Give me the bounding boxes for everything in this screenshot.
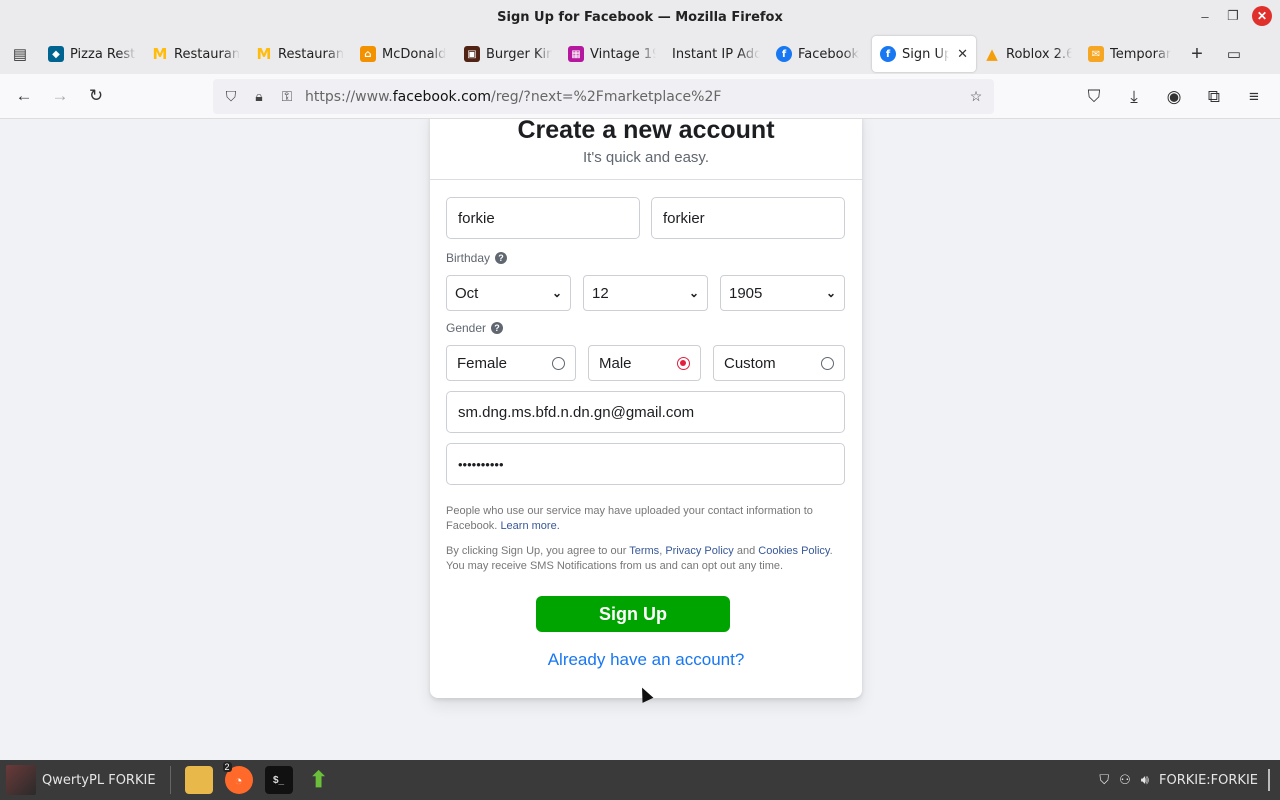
toolbar-right: ⛉ ⤓ ◉ ⧉ ≡ bbox=[1076, 79, 1272, 115]
radio-button[interactable] bbox=[552, 356, 565, 370]
radio-button[interactable] bbox=[821, 356, 834, 370]
restore-icon[interactable]: ❐ bbox=[1224, 7, 1242, 25]
user-menu[interactable]: QwertyPL FORKIE bbox=[0, 760, 162, 800]
show-desktop-button[interactable] bbox=[1268, 769, 1270, 791]
radio-button-selected[interactable] bbox=[677, 356, 690, 370]
chevron-down-icon: ⌄ bbox=[825, 286, 836, 300]
minimize-icon[interactable]: – bbox=[1196, 7, 1214, 25]
birthday-label: Birthday ? bbox=[446, 251, 508, 265]
birth-month-select[interactable]: Oct ⌄ bbox=[446, 275, 571, 311]
chevron-down-icon: ⌄ bbox=[551, 286, 562, 300]
tab-pizza[interactable]: ◆ Pizza Resta bbox=[40, 36, 144, 72]
forward-icon[interactable]: → bbox=[42, 78, 78, 114]
downloads-icon[interactable]: ⤓ bbox=[1116, 79, 1152, 115]
tab-list-icon[interactable]: ▤ bbox=[0, 34, 40, 74]
menu-icon[interactable]: ≡ bbox=[1236, 79, 1272, 115]
facebook-icon: f bbox=[880, 46, 896, 62]
help-icon[interactable]: ? bbox=[491, 322, 504, 334]
gender-label: Gender ? bbox=[446, 321, 504, 335]
reload-icon[interactable]: ↻ bbox=[78, 78, 114, 114]
url-bar[interactable]: ⛉ 🔒︎ ⚿ https://www.facebook.com/reg/?nex… bbox=[213, 79, 994, 114]
tab-instant-ip[interactable]: Instant IP Add bbox=[664, 36, 768, 72]
facebook-icon: f bbox=[776, 46, 792, 62]
back-icon[interactable]: ← bbox=[6, 78, 42, 114]
page-subtitle: It's quick and easy. bbox=[583, 149, 709, 166]
already-have-account-link[interactable]: Already have an account? bbox=[430, 650, 862, 670]
tab-restaurant-2[interactable]: M Restaurant bbox=[248, 36, 352, 72]
new-tab-icon[interactable]: + bbox=[1180, 37, 1214, 71]
restaurant-icon: ⌂ bbox=[360, 46, 376, 62]
gender-male-option[interactable]: Male bbox=[588, 345, 701, 381]
tab-restaurant-1[interactable]: M Restaurant bbox=[144, 36, 248, 72]
birth-day-select[interactable]: 12 ⌄ bbox=[583, 275, 708, 311]
tab-burger-king[interactable]: ▣ Burger Kin bbox=[456, 36, 560, 72]
tab-temporary-mail[interactable]: ✉ Temporar bbox=[1080, 36, 1180, 72]
file-manager-button[interactable] bbox=[181, 762, 217, 798]
host-label: FORKIE:FORKIE bbox=[1158, 772, 1258, 788]
close-window-icon[interactable]: ✕ bbox=[1252, 6, 1272, 26]
page-content: Create a new account It's quick and easy… bbox=[0, 119, 1280, 760]
contact-info-note: People who use our service may have uplo… bbox=[446, 505, 813, 532]
chevron-down-icon: ⌄ bbox=[688, 286, 699, 300]
system-tray: ⛉ ⚇ 🔊︎ FORKIE:FORKIE bbox=[1099, 760, 1270, 800]
privacy-policy-link[interactable]: Privacy Policy bbox=[665, 545, 733, 557]
close-tab-icon[interactable]: ✕ bbox=[957, 47, 968, 62]
help-icon[interactable]: ? bbox=[495, 252, 508, 264]
card-header: Create a new account It's quick and easy… bbox=[430, 119, 862, 180]
gender-female-option[interactable]: Female bbox=[446, 345, 576, 381]
roblox-icon: ▲ bbox=[986, 45, 998, 63]
tab-sign-up[interactable]: f Sign Up ✕ bbox=[872, 36, 976, 72]
birth-year-select[interactable]: 1905 ⌄ bbox=[720, 275, 845, 311]
network-icon[interactable]: ⚇ bbox=[1119, 773, 1131, 788]
terminal-icon: $_ bbox=[264, 766, 293, 794]
pocket-icon[interactable]: ⛉ bbox=[1076, 79, 1112, 115]
tv-icon: ▦ bbox=[568, 46, 584, 62]
lock-icon[interactable]: 🔒︎ bbox=[249, 88, 269, 105]
navigation-toolbar: ← → ↻ ⛉ 🔒︎ ⚿ https://www.facebook.com/re… bbox=[0, 74, 1280, 119]
window-titlebar: Sign Up for Facebook — Mozilla Firefox –… bbox=[0, 0, 1280, 34]
extensions-icon[interactable]: ⧉ bbox=[1196, 79, 1232, 115]
window-title: Sign Up for Facebook — Mozilla Firefox bbox=[497, 9, 783, 25]
mcdonalds-icon: M bbox=[256, 45, 272, 63]
learn-more-link[interactable]: Learn more. bbox=[500, 520, 559, 532]
shield-icon[interactable]: ⛉ bbox=[1099, 773, 1109, 788]
page-title: Create a new account bbox=[517, 119, 775, 144]
password-field[interactable]: •••••••••• bbox=[446, 443, 845, 485]
last-name-input[interactable]: forkier bbox=[651, 197, 845, 239]
tab-mcdonalds[interactable]: ⌂ McDonald bbox=[352, 36, 456, 72]
terms-link[interactable]: Terms bbox=[629, 545, 659, 557]
window-count-badge: 2 bbox=[222, 762, 232, 772]
first-name-input[interactable]: forkie bbox=[446, 197, 640, 239]
url-text[interactable]: https://www.facebook.com/reg/?next=%2Fma… bbox=[305, 89, 958, 105]
sign-up-button[interactable]: Sign Up bbox=[536, 596, 730, 632]
store-icon: ▣ bbox=[464, 46, 480, 62]
cookies-policy-link[interactable]: Cookies Policy bbox=[758, 545, 829, 557]
terms-note: By clicking Sign Up, you agree to our Te… bbox=[446, 545, 833, 572]
terminal-button[interactable]: $_ bbox=[261, 762, 297, 798]
taskbar: QwertyPL FORKIE 2 ◔ $_ ⬆ ⛉ ⚇ 🔊︎ FORKIE:F… bbox=[0, 760, 1280, 800]
account-icon[interactable]: ◉ bbox=[1156, 79, 1192, 115]
gender-custom-option[interactable]: Custom bbox=[713, 345, 845, 381]
tab-roblox[interactable]: ▲ Roblox 2.6 bbox=[976, 36, 1080, 72]
avatar bbox=[6, 765, 36, 795]
list-all-tabs-icon[interactable]: ▭ bbox=[1214, 37, 1254, 71]
shield-icon[interactable]: ⛉ bbox=[221, 88, 241, 105]
mcdonalds-icon: M bbox=[152, 45, 168, 63]
pizza-icon: ◆ bbox=[48, 46, 64, 62]
window-controls: – ❐ ✕ bbox=[1196, 6, 1272, 26]
shield-update-icon: ⬆ bbox=[309, 767, 328, 792]
update-manager-button[interactable]: ⬆ bbox=[301, 762, 337, 798]
firefox-button[interactable]: 2 ◔ bbox=[221, 762, 257, 798]
folder-icon bbox=[184, 766, 213, 794]
mail-icon: ✉ bbox=[1088, 46, 1104, 62]
key-icon[interactable]: ⚿ bbox=[277, 88, 297, 105]
tab-vintage[interactable]: ▦ Vintage 19 bbox=[560, 36, 664, 72]
email-field[interactable]: sm.dng.ms.bfd.n.dn.gn@gmail.com bbox=[446, 391, 845, 433]
volume-icon[interactable]: 🔊︎ bbox=[1141, 773, 1149, 788]
taskbar-separator bbox=[169, 766, 171, 794]
signup-card: Create a new account It's quick and easy… bbox=[430, 119, 862, 698]
bookmark-star-icon[interactable]: ☆ bbox=[966, 88, 986, 105]
tab-bar: ▤ ◆ Pizza Resta M Restaurant M Restauran… bbox=[0, 34, 1280, 74]
tab-facebook[interactable]: f Facebook bbox=[768, 36, 872, 72]
